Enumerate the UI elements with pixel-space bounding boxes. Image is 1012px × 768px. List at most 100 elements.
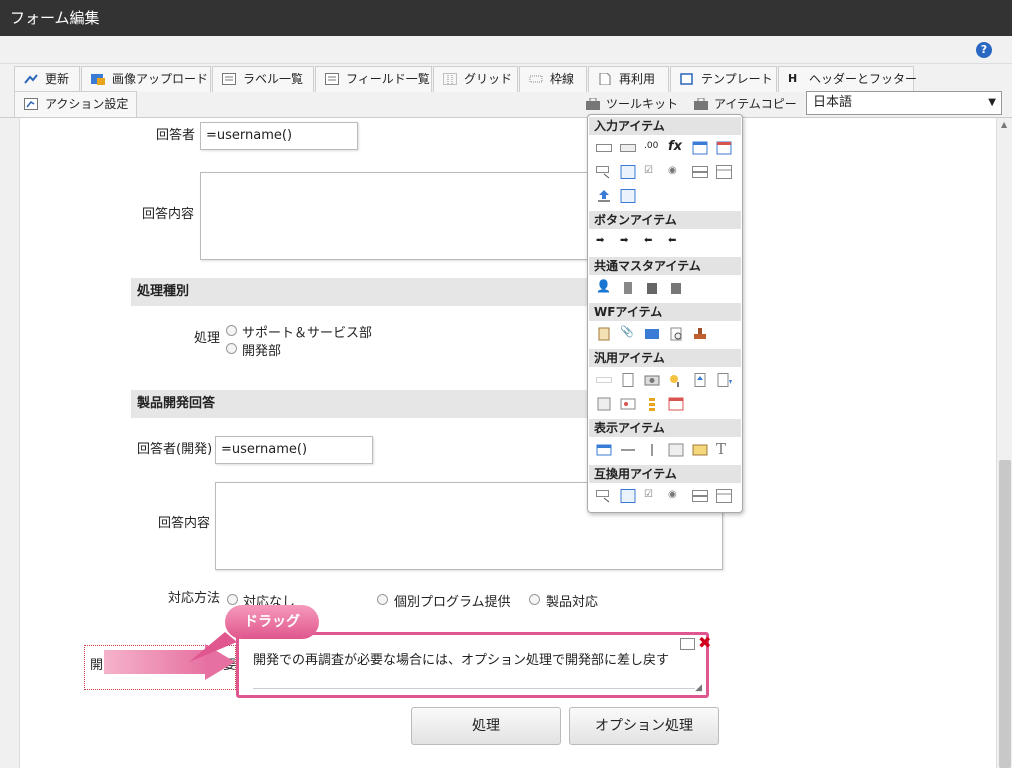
formula-item-icon[interactable]: fx	[668, 139, 684, 154]
palette-section-display: 表示アイテム	[589, 419, 741, 437]
update-button[interactable]: 更新	[14, 66, 80, 92]
selected-textarea-text[interactable]: 開発での再調査が必要な場合には、オプション処理で開発部に差し戻す	[253, 651, 695, 689]
number-item-icon[interactable]: .00	[644, 141, 660, 155]
card-item-icon[interactable]	[620, 397, 636, 411]
list-item-icon[interactable]	[620, 165, 636, 179]
answer-textarea[interactable]	[200, 172, 588, 260]
process-option-support: サポート＆サービス部	[242, 326, 373, 341]
template-label: テンプレート	[701, 72, 773, 86]
back-button-item-icon[interactable]: ⬅	[644, 235, 660, 249]
grid-table-item-icon[interactable]	[620, 189, 636, 203]
textbox-label-item-icon[interactable]	[620, 141, 636, 155]
vertical-line-item-icon[interactable]	[644, 443, 660, 457]
dev-respondent-input[interactable]: =username()	[215, 436, 373, 464]
compat-listbox-item-icon[interactable]	[716, 489, 732, 503]
box-item-icon[interactable]	[668, 443, 684, 457]
reuse-label: 再利用	[619, 72, 656, 86]
compat-pulldown-item-icon[interactable]	[692, 489, 708, 503]
pulldown-item-icon[interactable]	[692, 165, 708, 179]
select-item-icon[interactable]	[596, 165, 612, 179]
compat-list-item-icon[interactable]	[620, 489, 636, 503]
button-item-icon[interactable]: ➡	[596, 235, 612, 249]
calendar-item-icon[interactable]	[692, 141, 708, 155]
image-upload-button[interactable]: 画像アップロード	[81, 66, 211, 92]
textbox-item-icon[interactable]	[596, 141, 612, 155]
compat-checkbox-item-icon[interactable]: ☑	[644, 489, 660, 503]
scrollbar-thumb[interactable]	[999, 460, 1011, 768]
radio-individual[interactable]	[377, 594, 388, 605]
note-item-icon[interactable]	[620, 373, 636, 387]
field-list-button[interactable]: フィールド一覧	[315, 66, 432, 92]
table-icon[interactable]	[680, 638, 695, 650]
radio-dev[interactable]	[226, 343, 237, 354]
respondent-input[interactable]: =username()	[200, 122, 358, 150]
border-button[interactable]: 枠線	[519, 66, 587, 92]
header-footer-button[interactable]: H ヘッダーとフッター	[778, 66, 918, 92]
datetime-item-icon[interactable]	[716, 141, 732, 155]
user-item-icon[interactable]: 👤	[596, 279, 612, 293]
department-item-icon[interactable]	[668, 281, 684, 295]
image-item-icon[interactable]	[644, 327, 660, 341]
list-icon	[325, 73, 339, 85]
compat-radio-item-icon[interactable]: ◉	[668, 489, 684, 503]
file-upload-item-icon[interactable]	[596, 189, 612, 203]
reuse-button[interactable]: 再利用	[588, 66, 669, 92]
compat-select-item-icon[interactable]	[596, 489, 612, 503]
resize-handle-icon[interactable]: ◢	[695, 683, 702, 693]
selected-textarea-item[interactable]: 開発での再調査が必要な場合には、オプション処理で開発部に差し戻す ◢	[236, 632, 709, 698]
document-icon	[599, 73, 611, 85]
company-item-icon[interactable]	[644, 281, 660, 295]
method-option-individual: 個別プログラム提供	[394, 595, 511, 610]
vertical-scrollbar[interactable]: ▲	[996, 118, 1012, 768]
label-item-icon[interactable]	[596, 443, 612, 457]
process-option-dev: 開発部	[242, 344, 282, 359]
radio-item-icon[interactable]: ◉	[668, 165, 684, 179]
radio-none[interactable]	[227, 594, 238, 605]
horizontal-line-item-icon[interactable]	[620, 443, 636, 457]
radio-support[interactable]	[226, 325, 237, 336]
section-dev-answer: 製品開発回答	[131, 390, 589, 418]
text-item-icon[interactable]: T	[716, 440, 732, 458]
clipboard-item-icon[interactable]	[596, 327, 612, 341]
image-upload-icon	[91, 74, 105, 85]
close-icon[interactable]: ✖	[698, 635, 714, 651]
radio-product[interactable]	[529, 594, 540, 605]
listbox-item-icon[interactable]	[716, 165, 732, 179]
scroll-up-icon[interactable]: ▲	[1001, 120, 1007, 129]
search-item-icon[interactable]	[668, 373, 684, 387]
palette-section-compat: 互換用アイテム	[589, 465, 741, 483]
header-footer-label: ヘッダーとフッター	[809, 72, 918, 86]
history-item-icon[interactable]	[668, 327, 684, 341]
header-icon: H	[788, 72, 798, 85]
return-button-item-icon[interactable]: ⬅	[668, 235, 684, 249]
tree-item-icon[interactable]	[644, 397, 660, 411]
label-list-button[interactable]: ラベル一覧	[212, 66, 314, 92]
schedule-item-icon[interactable]	[668, 397, 684, 411]
next-button-item-icon[interactable]: ➡	[620, 235, 636, 249]
action-settings-button[interactable]: アクション設定	[14, 91, 137, 117]
stamp-item-icon[interactable]	[692, 327, 708, 341]
option-process-button[interactable]: オプション処理	[569, 707, 719, 745]
organization-item-icon[interactable]	[620, 281, 636, 295]
language-select[interactable]: 日本語 ▼	[806, 91, 1002, 115]
list-icon	[222, 73, 236, 85]
image-display-item-icon[interactable]	[692, 443, 708, 457]
camera-item-icon[interactable]	[644, 373, 660, 387]
help-icon[interactable]: ?	[976, 42, 992, 58]
download-doc-item-icon[interactable]	[716, 373, 732, 387]
attachment-item-icon[interactable]: 📎	[620, 325, 636, 339]
checkbox-item-icon[interactable]: ☑	[644, 165, 660, 179]
process-button[interactable]: 処理	[411, 707, 561, 745]
template-button[interactable]: テンプレート	[670, 66, 777, 92]
answer-label: 回答内容	[142, 207, 195, 222]
image-upload-label: 画像アップロード	[112, 72, 209, 86]
panel-item-icon[interactable]	[596, 397, 612, 411]
callout-tail-icon	[189, 632, 237, 662]
method-label: 対応方法	[168, 591, 221, 606]
item-palette: 入力アイテム .00 fx ☑ ◉ ボタンアイテム ➡ ➡ ⬅ ⬅ 共通マスタア…	[587, 114, 743, 513]
separator-item-icon[interactable]	[596, 373, 612, 387]
label-list-label: ラベル一覧	[243, 72, 304, 86]
grid-icon	[443, 73, 457, 85]
upload-doc-item-icon[interactable]	[692, 373, 708, 387]
grid-button[interactable]: グリッド	[433, 66, 518, 92]
